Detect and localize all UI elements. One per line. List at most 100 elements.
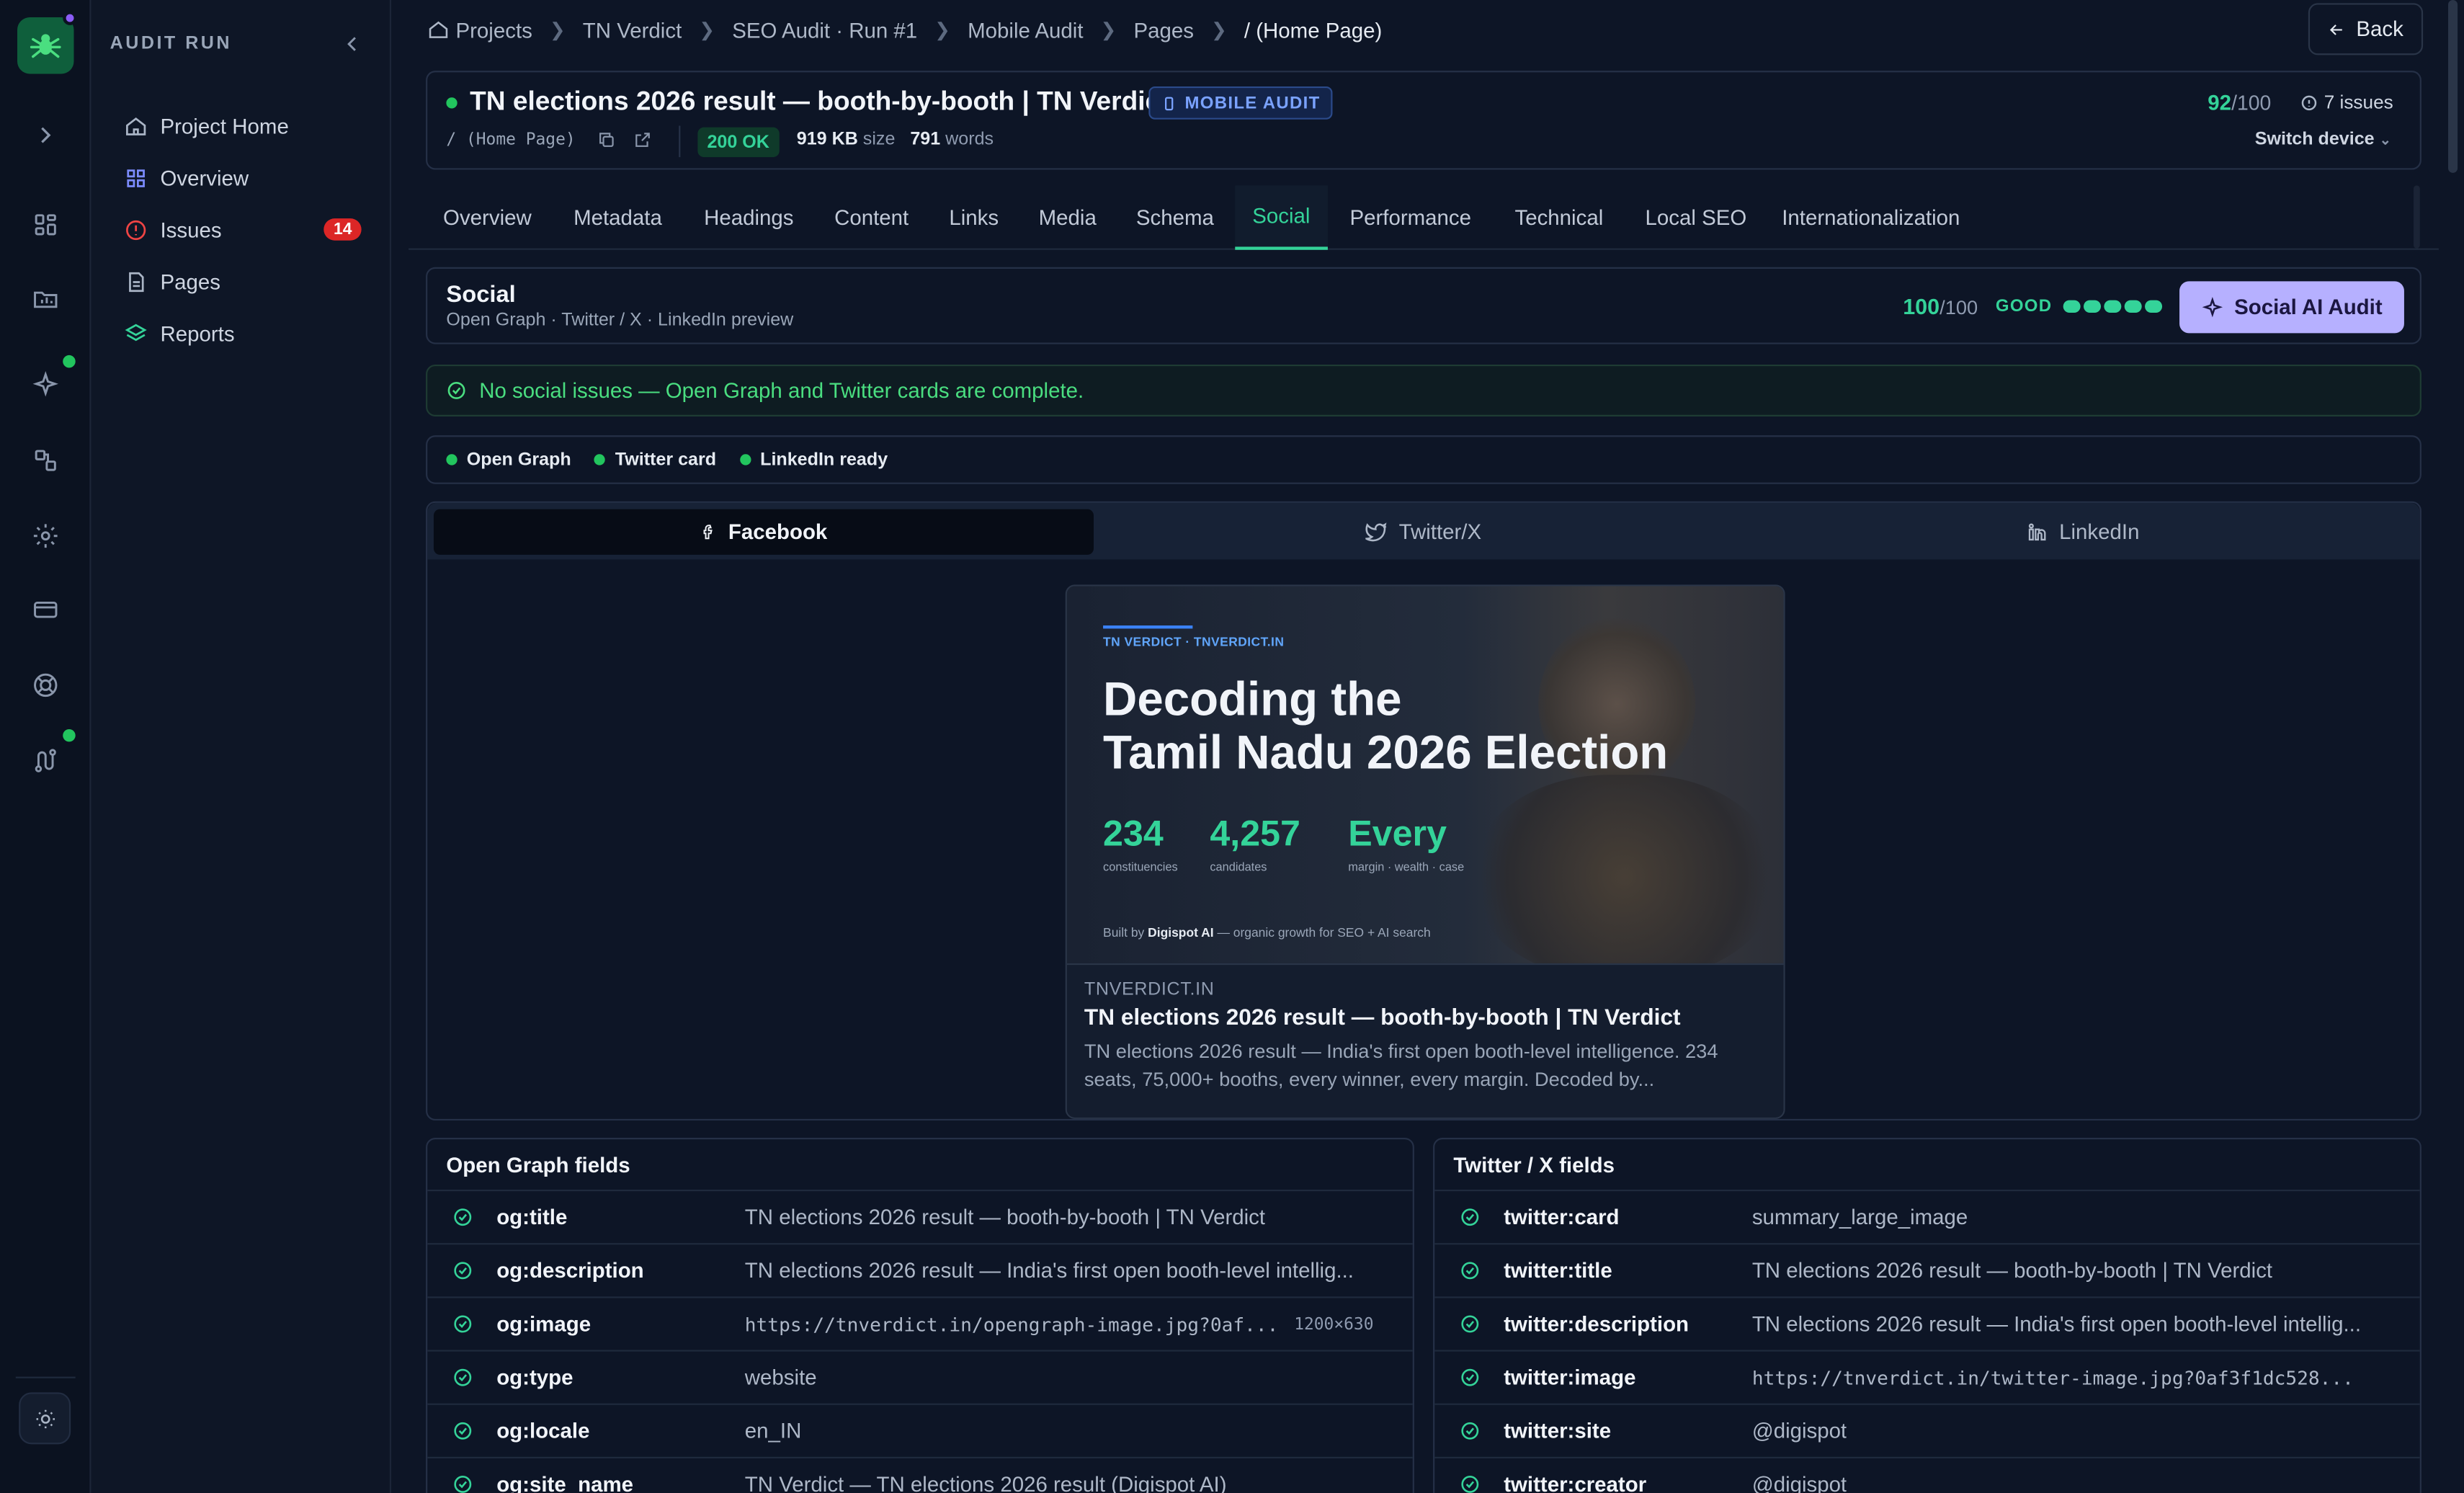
image-brand: TN VERDICT · TNVERDICT.IN	[1103, 635, 1285, 649]
theme-toggle-button[interactable]	[19, 1392, 71, 1445]
layers-icon	[122, 321, 148, 346]
settings-gear-icon[interactable]	[30, 520, 61, 552]
notification-dot	[63, 11, 77, 25]
breadcrumb-run[interactable]: SEO Audit · Run #1	[732, 18, 917, 42]
check-circle-icon	[1434, 1314, 1504, 1334]
check-circle-icon	[427, 1207, 496, 1227]
sidebar-item-reports[interactable]: Reports	[122, 313, 362, 354]
breadcrumb: Projects ❯ TN Verdict ❯ SEO Audit · Run …	[427, 14, 1382, 46]
image-dimensions: 1200×630	[1294, 1314, 1374, 1334]
check-circle-icon	[1434, 1474, 1504, 1493]
mobile-audit-badge: MOBILE AUDIT	[1148, 86, 1333, 120]
issues-count[interactable]: 7 issues	[2300, 91, 2393, 113]
http-status-badge: 200 OK	[697, 127, 779, 158]
back-label: Back	[2356, 17, 2403, 41]
scrollbar-thumb[interactable]	[2447, 0, 2458, 173]
og-image-preview: TN VERDICT · TNVERDICT.IN Decoding the Ta…	[1066, 586, 1784, 963]
field-key: twitter:card	[1504, 1205, 1620, 1229]
facebook-preview-card: TN VERDICT · TNVERDICT.IN Decoding the Ta…	[1065, 584, 1785, 1119]
tab-facebook[interactable]: Facebook	[433, 509, 1094, 555]
workflow-route-icon[interactable]	[30, 745, 61, 777]
field-row: og:description TN elections 2026 result —…	[427, 1244, 1413, 1298]
sidebar-item-project-home[interactable]: Project Home	[122, 105, 362, 146]
social-ai-audit-button[interactable]: Social AI Audit	[2179, 281, 2404, 334]
preview-title: TN elections 2026 result — booth-by-boot…	[1084, 1005, 1681, 1031]
page-title: TN elections 2026 result — booth-by-boot…	[470, 86, 1169, 117]
page-scrollbar[interactable]	[2447, 0, 2458, 1493]
tab-content[interactable]: Content	[834, 185, 909, 249]
tab-technical[interactable]: Technical	[1514, 185, 1603, 249]
og-fields-title: Open Graph fields	[427, 1139, 1413, 1192]
field-row: og:image https://tnverdict.in/opengraph-i…	[427, 1298, 1413, 1352]
switch-device-label: Switch device	[2254, 130, 2375, 150]
tab-label: Twitter/X	[1398, 520, 1482, 544]
tab-media[interactable]: Media	[1039, 185, 1097, 249]
audit-sidebar: AUDIT RUN Project Home Overview Issues 1…	[91, 0, 392, 1493]
preview-description: TN elections 2026 result — India's first…	[1084, 1040, 1718, 1091]
field-key: og:site_name	[496, 1472, 634, 1493]
tab-local-seo[interactable]: Local SEO	[1646, 185, 1747, 249]
field-row: og:title TN elections 2026 result — booth…	[427, 1191, 1413, 1245]
tab-internationalization[interactable]: Internationalization	[1782, 185, 1960, 249]
tab-schema[interactable]: Schema	[1136, 185, 1214, 249]
external-link-icon[interactable]	[633, 130, 652, 149]
sidebar-item-issues[interactable]: Issues 14	[122, 209, 362, 250]
help-lifebuoy-icon[interactable]	[30, 669, 61, 701]
back-button[interactable]: Back	[2308, 3, 2424, 55]
copy-icon[interactable]	[597, 130, 616, 149]
tab-overview[interactable]: Overview	[443, 185, 532, 249]
breadcrumb-projects[interactable]: Projects	[455, 18, 532, 42]
check-circle-icon	[1434, 1207, 1504, 1227]
tab-social[interactable]: Social	[1235, 185, 1328, 250]
sidebar-item-overview[interactable]: Overview	[122, 157, 362, 198]
field-value: TN elections 2026 result — booth-by-boot…	[1751, 1258, 2273, 1283]
chevron-right-icon: ❯	[1210, 19, 1227, 41]
check-circle-icon	[427, 1314, 496, 1334]
breadcrumb-project[interactable]: TN Verdict	[583, 18, 682, 42]
chevron-right-icon: ❯	[1100, 19, 1117, 41]
billing-card-icon[interactable]	[30, 594, 61, 625]
collapse-sidebar-icon[interactable]	[339, 32, 365, 57]
field-value: website	[744, 1365, 817, 1390]
tab-linkedin[interactable]: LinkedIn	[1754, 509, 2414, 555]
tab-performance[interactable]: Performance	[1349, 185, 1471, 249]
sidebar-item-label: Pages	[160, 269, 220, 293]
breadcrumb-pages[interactable]: Pages	[1133, 18, 1193, 42]
spider-logo-icon	[30, 34, 61, 58]
switch-device-button[interactable]: Switch device ⌄	[2255, 130, 2391, 149]
audit-tabs: Overview Metadata Headings Content Links…	[409, 185, 2439, 250]
section-title: Social	[446, 281, 516, 308]
expand-chevron-icon[interactable]	[30, 120, 61, 151]
folder-chart-icon[interactable]	[30, 283, 61, 315]
built-prefix: Built by	[1103, 925, 1145, 940]
page-path: / (Home Page)	[446, 130, 576, 150]
tabs-scrollbar[interactable]	[2414, 185, 2420, 249]
tab-headings[interactable]: Headings	[704, 185, 793, 249]
linkedin-icon	[2029, 523, 2047, 541]
alert-circle-icon	[122, 217, 148, 242]
dashboard-grid-icon[interactable]	[30, 209, 61, 241]
app-logo[interactable]	[17, 17, 74, 74]
field-key: og:type	[496, 1365, 573, 1390]
score-meter	[2063, 300, 2163, 313]
chevron-right-icon: ❯	[549, 19, 566, 41]
chip-twitter-card: Twitter card	[594, 450, 716, 469]
tab-metadata[interactable]: Metadata	[573, 185, 662, 249]
icon-rail	[0, 0, 91, 1493]
tab-twitter[interactable]: Twitter/X	[1094, 509, 1754, 555]
field-value: TN Verdict — TN elections 2026 result (D…	[744, 1472, 1227, 1493]
ai-sparkle-icon[interactable]	[30, 370, 61, 401]
overview-grid-icon	[122, 165, 148, 190]
stat-value: Every	[1348, 812, 1447, 854]
status-chips: Open Graph Twitter card LinkedIn ready	[426, 435, 2421, 484]
breadcrumb-audit[interactable]: Mobile Audit	[968, 18, 1083, 42]
field-key: og:title	[496, 1205, 568, 1229]
social-score-value: 100	[1903, 293, 1940, 319]
field-row: og:locale en_IN	[427, 1405, 1413, 1458]
page-score: 92/100	[2208, 91, 2271, 115]
alert-text: No social issues — Open Graph and Twitte…	[479, 378, 1084, 403]
sidebar-item-pages[interactable]: Pages	[122, 261, 362, 302]
tab-links[interactable]: Links	[949, 185, 999, 249]
integrations-icon[interactable]	[30, 445, 61, 476]
phone-icon	[1164, 96, 1174, 110]
